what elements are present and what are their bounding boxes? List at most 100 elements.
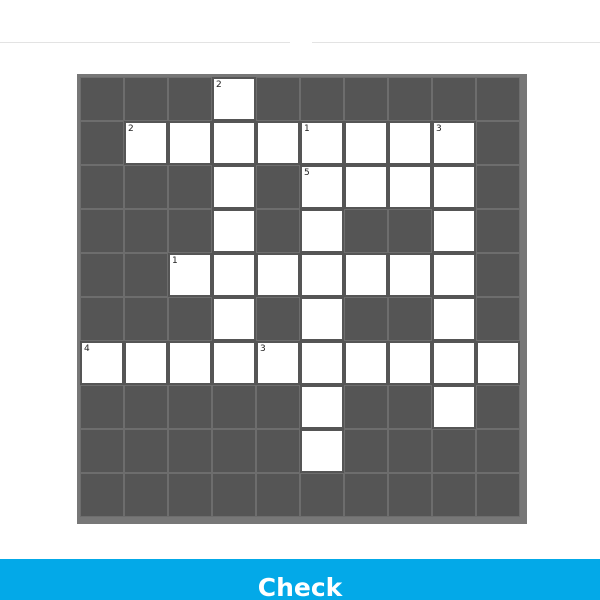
grid-cell-block	[80, 209, 124, 253]
crossword-grid: 2 2 1 3 5 1 4 3	[77, 74, 527, 524]
grid-cell-block	[344, 385, 388, 429]
grid-cell-block	[80, 385, 124, 429]
grid-cell-open[interactable]	[168, 121, 212, 165]
grid-cell-open[interactable]: 5	[300, 165, 344, 209]
grid-cell-open[interactable]	[388, 341, 432, 385]
clue-number: 2	[128, 124, 134, 134]
grid-cell-block	[212, 429, 256, 473]
grid-cell-block	[344, 297, 388, 341]
grid-cell-open[interactable]: 3	[256, 341, 300, 385]
grid-cell-open[interactable]	[212, 341, 256, 385]
grid-cell-open[interactable]	[300, 253, 344, 297]
grid-cell-open[interactable]	[432, 385, 476, 429]
grid-cell-open[interactable]	[300, 341, 344, 385]
grid-cell-open[interactable]	[212, 165, 256, 209]
grid-cell-open[interactable]	[432, 341, 476, 385]
grid-cell-block	[476, 429, 520, 473]
grid-cell-open[interactable]	[344, 253, 388, 297]
grid-cell-block	[344, 429, 388, 473]
grid-cell-block	[212, 473, 256, 517]
grid-cell-block	[80, 429, 124, 473]
grid-cell-block	[256, 209, 300, 253]
grid-cell-block	[168, 77, 212, 121]
grid-cell-open[interactable]	[344, 121, 388, 165]
grid-cell-block	[124, 385, 168, 429]
grid-cell-block	[476, 165, 520, 209]
grid-cell-block	[388, 473, 432, 517]
grid-cell-block	[388, 429, 432, 473]
grid-cell-block	[124, 77, 168, 121]
grid-cell-open[interactable]	[300, 429, 344, 473]
grid-cell-block	[388, 385, 432, 429]
grid-cell-open[interactable]	[300, 209, 344, 253]
grid-cell-block	[388, 209, 432, 253]
grid-cell-open[interactable]	[344, 165, 388, 209]
grid-cell-open[interactable]: 2	[124, 121, 168, 165]
clue-number: 3	[436, 124, 442, 134]
clue-number: 1	[304, 124, 310, 134]
header-divider-left	[0, 42, 290, 43]
grid-cell-block	[124, 429, 168, 473]
check-button[interactable]: Check	[0, 559, 600, 600]
grid-cell-block	[388, 77, 432, 121]
grid-cell-open[interactable]	[432, 297, 476, 341]
clue-number: 4	[84, 344, 90, 354]
clue-number: 5	[304, 168, 310, 178]
grid-cell-block	[476, 77, 520, 121]
grid-cell-open[interactable]	[476, 341, 520, 385]
grid-cell-block	[300, 473, 344, 517]
grid-cell-block	[256, 473, 300, 517]
grid-cell-block	[256, 77, 300, 121]
grid-cell-open[interactable]	[256, 253, 300, 297]
grid-cell-block	[124, 165, 168, 209]
grid-cell-block	[168, 297, 212, 341]
grid-cell-open[interactable]	[432, 209, 476, 253]
grid-cell-open[interactable]	[212, 297, 256, 341]
grid-cell-block	[388, 297, 432, 341]
grid-cell-open[interactable]: 2	[212, 77, 256, 121]
grid-cell-block	[124, 253, 168, 297]
grid-cell-block	[80, 297, 124, 341]
grid-cell-block	[476, 297, 520, 341]
grid-cell-open[interactable]	[432, 165, 476, 209]
grid-cell-block	[476, 209, 520, 253]
grid-cell-open[interactable]: 1	[300, 121, 344, 165]
grid-cell-block	[344, 77, 388, 121]
grid-cell-block	[256, 165, 300, 209]
grid-cell-block	[212, 385, 256, 429]
grid-cell-block	[80, 77, 124, 121]
grid-cell-open[interactable]	[168, 341, 212, 385]
grid-cell-open[interactable]	[432, 253, 476, 297]
grid-cell-block	[476, 253, 520, 297]
grid-cell-block	[168, 473, 212, 517]
grid-cell-open[interactable]: 4	[80, 341, 124, 385]
grid-cell-block	[476, 385, 520, 429]
grid-cell-block	[80, 253, 124, 297]
grid-cell-open[interactable]	[212, 209, 256, 253]
grid-cell-block	[124, 473, 168, 517]
grid-cell-block	[300, 77, 344, 121]
grid-cell-open[interactable]	[388, 121, 432, 165]
clue-number: 2	[216, 80, 222, 90]
grid-cell-open[interactable]: 1	[168, 253, 212, 297]
grid-cell-block	[432, 429, 476, 473]
grid-cell-open[interactable]	[212, 253, 256, 297]
grid-cell-open[interactable]	[388, 253, 432, 297]
grid-cell-open[interactable]	[212, 121, 256, 165]
grid-cell-open[interactable]	[388, 165, 432, 209]
grid-cell-block	[124, 209, 168, 253]
grid-cell-open[interactable]	[344, 341, 388, 385]
grid-cell-open[interactable]	[300, 297, 344, 341]
grid-cell-block	[168, 429, 212, 473]
grid-cell-block	[256, 429, 300, 473]
grid-cell-open[interactable]	[124, 341, 168, 385]
grid-cell-block	[432, 473, 476, 517]
grid-cell-block	[168, 385, 212, 429]
clue-number: 1	[172, 256, 178, 266]
grid-cell-open[interactable]	[256, 121, 300, 165]
grid-cell-block	[344, 473, 388, 517]
grid-cell-open[interactable]	[300, 385, 344, 429]
grid-cell-open[interactable]: 3	[432, 121, 476, 165]
grid-cell-block	[80, 473, 124, 517]
grid-cell-block	[80, 165, 124, 209]
